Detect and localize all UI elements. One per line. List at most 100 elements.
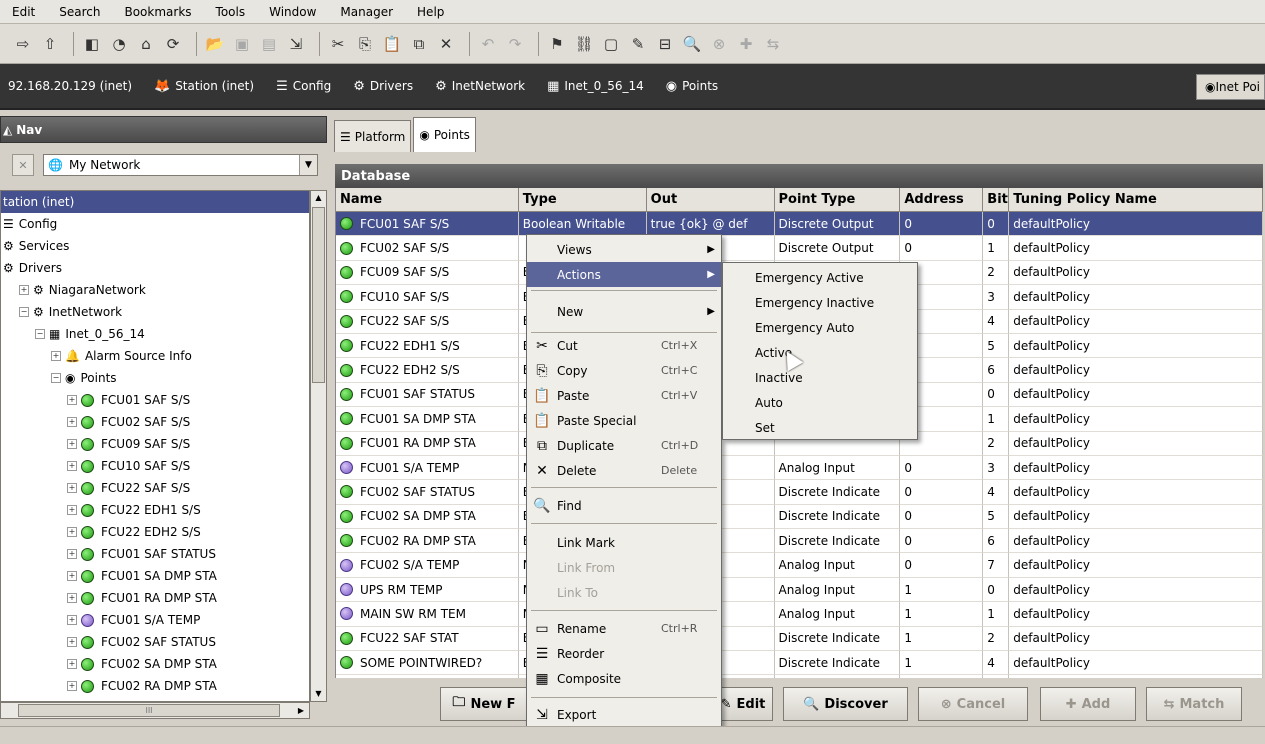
column-header[interactable]: Name xyxy=(336,188,519,212)
breadcrumb-item[interactable]: ⚙ Drivers xyxy=(345,63,427,109)
chevron-down-icon[interactable]: ▼ xyxy=(299,155,317,175)
new-folder-button[interactable]: 🗀 New F xyxy=(440,687,528,721)
menu-manager[interactable]: Manager xyxy=(328,5,405,19)
save-all-icon[interactable]: ▤ xyxy=(258,33,280,55)
table-row[interactable]: FCU01 S/A TEMPNAnalog Input03defaultPoli… xyxy=(336,455,1263,481)
tree-item[interactable]: tation (inet) xyxy=(1,191,309,213)
menu-item-cut[interactable]: ✂ Cut Ctrl+X xyxy=(527,333,721,358)
tree-item[interactable]: + ⚙ NiagaraNetwork xyxy=(1,279,309,301)
expand-icon[interactable]: + xyxy=(67,659,77,669)
history-icon[interactable]: ◔ xyxy=(108,33,130,55)
breadcrumb-item[interactable]: ▦ Inet_0_56_14 xyxy=(539,63,658,109)
home-icon[interactable]: ⌂ xyxy=(135,33,157,55)
expand-icon[interactable]: + xyxy=(67,527,77,537)
expand-icon[interactable]: + xyxy=(67,505,77,515)
menu-bookmarks[interactable]: Bookmarks xyxy=(112,5,203,19)
collapse-icon[interactable]: − xyxy=(35,329,45,339)
tree-item[interactable]: + FCU01 S/A TEMP xyxy=(1,609,309,631)
tab-platform[interactable]: ☰ Platform xyxy=(334,120,412,152)
submenu-item-inactive[interactable]: Inactive xyxy=(723,365,917,390)
cancel-button[interactable]: ⊗ Cancel xyxy=(918,687,1028,721)
collapse-icon[interactable]: − xyxy=(19,307,29,317)
menu-item-views[interactable]: Views ▶ xyxy=(527,237,721,262)
submenu-item-emergency-auto[interactable]: Emergency Auto xyxy=(723,315,917,340)
tree-item[interactable]: − ▦ Inet_0_56_14 xyxy=(1,323,309,345)
scroll-thumb[interactable] xyxy=(312,207,325,383)
menu-item-find[interactable]: 🔍 Find xyxy=(527,493,721,518)
edit-icon[interactable]: ✎ xyxy=(627,33,649,55)
menu-item-delete[interactable]: ✕ Delete Delete xyxy=(527,458,721,483)
column-header[interactable]: Tuning Policy Name xyxy=(1009,188,1263,212)
collapse-icon[interactable]: − xyxy=(51,373,61,383)
expand-icon[interactable]: + xyxy=(67,395,77,405)
tree-item[interactable]: ☰ Config xyxy=(1,213,309,235)
expand-icon[interactable]: + xyxy=(67,637,77,647)
menu-item-copy[interactable]: ⎘ Copy Ctrl+C xyxy=(527,358,721,383)
breadcrumb-item[interactable]: ⚙ InetNetwork xyxy=(427,63,539,109)
table-row[interactable]: UPS RM TEMPNAnalog Input10defaultPolicy xyxy=(336,577,1263,603)
expand-icon[interactable]: + xyxy=(67,417,77,427)
menu-tools[interactable]: Tools xyxy=(204,5,258,19)
menu-item-export[interactable]: ⇲ Export xyxy=(527,702,721,727)
export-icon[interactable]: ⇲ xyxy=(285,33,307,55)
table-row[interactable]: FCU01 SAF S/S Boolean Writable true {ok} @… xyxy=(336,212,1263,237)
menu-item-new[interactable]: New ▶ xyxy=(527,299,721,324)
table-row[interactable]: FCU02 SA DMP STABDiscrete Indicate05defa… xyxy=(336,504,1263,530)
menu-item-paste-special[interactable]: 📋 Paste Special xyxy=(527,408,721,433)
expand-icon[interactable]: + xyxy=(67,439,77,449)
menu-window[interactable]: Window xyxy=(257,5,328,19)
cut-icon[interactable]: ✂ xyxy=(327,33,349,55)
submenu-item-emergency-inactive[interactable]: Emergency Inactive xyxy=(723,290,917,315)
menu-item-link-mark[interactable]: Link Mark xyxy=(527,530,721,555)
save-icon[interactable]: ▣ xyxy=(231,33,253,55)
close-icon[interactable]: ✕ xyxy=(12,154,34,176)
menu-item-link-from[interactable]: Link From xyxy=(527,555,721,580)
tree-item[interactable]: + 🔔 Alarm Source Info xyxy=(1,345,309,367)
tree-item[interactable]: ⚙ Services xyxy=(1,235,309,257)
submenu-item-auto[interactable]: Auto xyxy=(723,390,917,415)
breadcrumb-item[interactable]: 92.168.20.129 (inet) xyxy=(0,63,146,109)
scroll-down-icon[interactable]: ▼ xyxy=(312,687,325,701)
scroll-right-icon[interactable]: ▶ xyxy=(294,703,308,718)
expand-icon[interactable]: + xyxy=(67,681,77,691)
column-header[interactable]: Address xyxy=(900,188,984,212)
tree-item[interactable]: + FCU22 SAF S/S xyxy=(1,477,309,499)
table-row[interactable]: SOME POINTWIRED?BDiscrete Indicate14defa… xyxy=(336,651,1263,676)
breadcrumb-item[interactable]: 🦊 Station (inet) xyxy=(146,63,268,109)
menu-edit[interactable]: Edit xyxy=(0,5,47,19)
menu-item-reorder[interactable]: ☰ Reorder xyxy=(527,641,721,666)
find-icon[interactable]: 🔍 xyxy=(681,33,703,55)
add-icon[interactable]: ✚ xyxy=(735,33,757,55)
menu-item-rename[interactable]: ▭ Rename Ctrl+R xyxy=(527,616,721,641)
expand-icon[interactable]: + xyxy=(67,461,77,471)
menu-item-link-to[interactable]: Link To xyxy=(527,580,721,605)
forward-icon[interactable]: ⇨ xyxy=(12,33,34,55)
side-bar-icon[interactable]: ◧ xyxy=(81,33,103,55)
tree-item[interactable]: + FCU02 SA DMP STA xyxy=(1,653,309,675)
column-header[interactable]: Type xyxy=(518,188,647,212)
submenu-item-active[interactable]: Active xyxy=(723,340,917,365)
duplicate-icon[interactable]: ⧉ xyxy=(408,33,430,55)
tree-item[interactable]: + FCU02 RA DMP STA xyxy=(1,675,309,697)
tree-item[interactable]: + FCU22 EDH1 S/S xyxy=(1,499,309,521)
table-row[interactable]: FCU02 RA DMP STABDiscrete Indicate06defa… xyxy=(336,529,1263,554)
tree-item[interactable]: − ⚙ InetNetwork xyxy=(1,301,309,323)
undo-icon[interactable]: ↶ xyxy=(477,33,499,55)
tree-item[interactable]: + FCU02 SAF S/S xyxy=(1,411,309,433)
tree-item[interactable]: + FCU10 SAF S/S xyxy=(1,455,309,477)
table-row[interactable]: FCU22 SAF STATBDiscrete Indicate12defaul… xyxy=(336,626,1263,652)
expand-icon[interactable]: + xyxy=(67,571,77,581)
tree-item[interactable]: − ◉ Points xyxy=(1,367,309,389)
tab-points[interactable]: ◉ Points xyxy=(413,117,476,152)
column-header[interactable]: Point Type xyxy=(774,188,901,212)
tree-item[interactable]: + FCU02 SAF STATUS xyxy=(1,631,309,653)
submenu-item-emergency-active[interactable]: Emergency Active xyxy=(723,265,917,290)
expand-icon[interactable]: + xyxy=(67,615,77,625)
tree-item[interactable]: ⚙ Drivers xyxy=(1,257,309,279)
menu-item-composite[interactable]: ▦ Composite xyxy=(527,666,721,691)
new-icon[interactable]: ▢ xyxy=(600,33,622,55)
breadcrumb-item[interactable]: ☰ Config xyxy=(268,63,345,109)
link-mark-icon[interactable]: ⚑ xyxy=(546,33,568,55)
menu-item-duplicate[interactable]: ⧉ Duplicate Ctrl+D xyxy=(527,433,721,458)
menu-search[interactable]: Search xyxy=(47,5,112,19)
